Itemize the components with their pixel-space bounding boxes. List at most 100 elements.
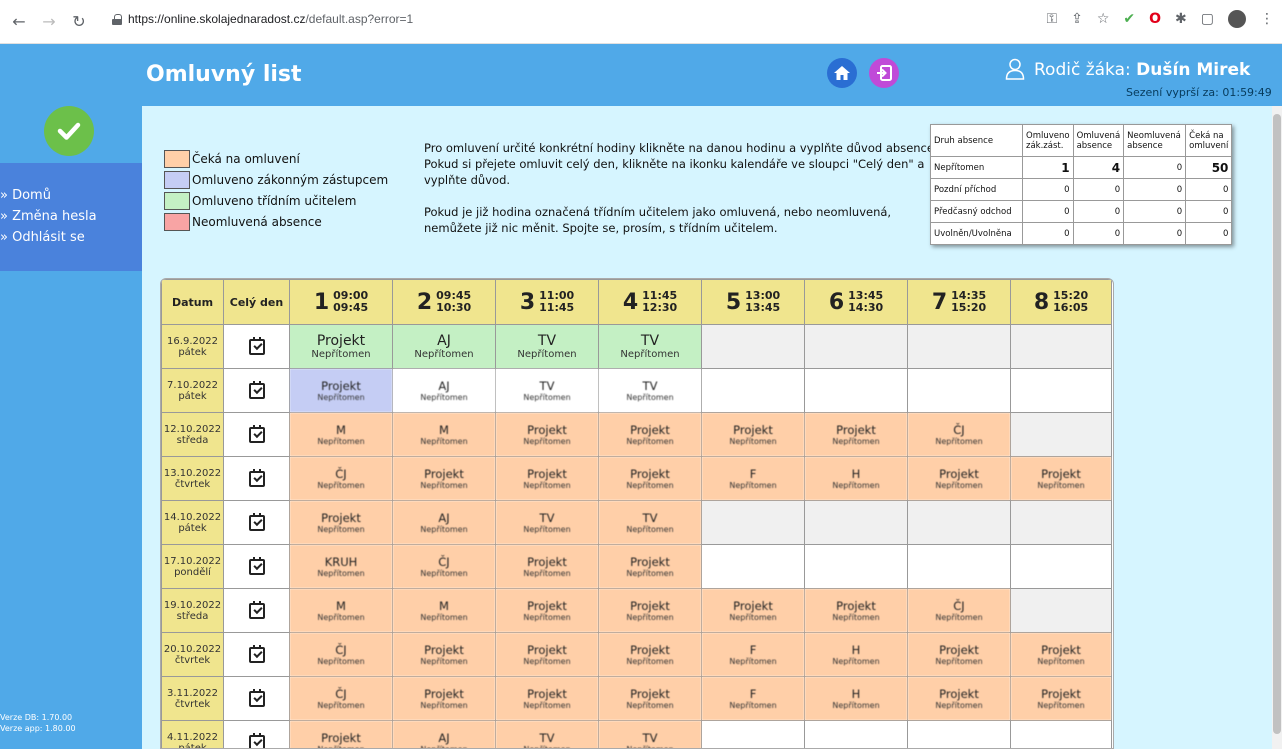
lesson-cell[interactable]: Projekt Nepřítomen: [495, 676, 599, 721]
lesson-cell[interactable]: Projekt Nepřítomen: [598, 588, 702, 633]
lesson-cell[interactable]: TV Nepřítomen: [598, 500, 702, 545]
lesson-cell[interactable]: TV Nepřítomen: [495, 720, 599, 748]
lesson-status: Nepřítomen: [729, 436, 777, 446]
lesson-cell[interactable]: [804, 720, 908, 748]
lesson-cell[interactable]: Projekt Nepřítomen: [701, 412, 805, 457]
lesson-cell[interactable]: Projekt Nepřítomen: [495, 632, 599, 677]
lesson-cell[interactable]: [804, 368, 908, 413]
calendar-check-icon[interactable]: [248, 600, 265, 619]
lesson-cell[interactable]: F Nepřítomen: [701, 632, 805, 677]
puzzle-icon[interactable]: ✱: [1175, 11, 1187, 27]
lesson-cell[interactable]: Projekt Nepřítomen: [701, 588, 805, 633]
lesson-cell[interactable]: [907, 720, 1011, 748]
lesson-cell[interactable]: TV Nepřítomen: [495, 368, 599, 413]
lesson-cell[interactable]: Projekt Nepřítomen: [289, 720, 393, 748]
calendar-check-icon[interactable]: [248, 380, 265, 399]
lesson-cell[interactable]: [907, 368, 1011, 413]
lesson-cell[interactable]: Projekt Nepřítomen: [1010, 456, 1112, 501]
lesson-cell[interactable]: H Nepřítomen: [804, 632, 908, 677]
share-icon[interactable]: ⇪: [1071, 11, 1083, 27]
lesson-cell[interactable]: Projekt Nepřítomen: [804, 588, 908, 633]
logout-button[interactable]: [869, 58, 899, 88]
lesson-cell[interactable]: [907, 544, 1011, 589]
lesson-cell[interactable]: AJ Nepřítomen: [392, 368, 496, 413]
lesson-cell[interactable]: Projekt Nepřítomen: [289, 500, 393, 545]
lesson-cell[interactable]: Projekt Nepřítomen: [392, 456, 496, 501]
lesson-cell[interactable]: Projekt Nepřítomen: [598, 676, 702, 721]
calendar-check-icon[interactable]: [248, 556, 265, 575]
lesson-cell[interactable]: M Nepřítomen: [392, 588, 496, 633]
lesson-cell[interactable]: [1010, 720, 1112, 748]
lesson-cell[interactable]: [1010, 544, 1112, 589]
calendar-check-icon[interactable]: [248, 688, 265, 707]
lesson-cell[interactable]: [1010, 368, 1112, 413]
lesson-cell[interactable]: Projekt Nepřítomen: [392, 632, 496, 677]
lesson-cell[interactable]: Projekt Nepřítomen: [598, 544, 702, 589]
lesson-cell[interactable]: M Nepřítomen: [289, 588, 393, 633]
lesson-cell[interactable]: M Nepřítomen: [392, 412, 496, 457]
calendar-check-icon[interactable]: [248, 468, 265, 487]
lesson-cell[interactable]: ČJ Nepřítomen: [907, 588, 1011, 633]
lesson-cell[interactable]: Projekt Nepřítomen: [804, 412, 908, 457]
lesson-cell[interactable]: ČJ Nepřítomen: [289, 632, 393, 677]
lesson-cell[interactable]: [701, 368, 805, 413]
address-bar[interactable]: https://online.skolajednaradost.cz/defau…: [112, 12, 413, 26]
lesson-cell[interactable]: [701, 720, 805, 748]
lesson-cell[interactable]: Projekt Nepřítomen: [1010, 676, 1112, 721]
lesson-cell[interactable]: Projekt Nepřítomen: [495, 588, 599, 633]
menu-change-password[interactable]: » Změna hesla: [0, 206, 142, 227]
lesson-cell[interactable]: Projekt Nepřítomen: [289, 368, 393, 413]
calendar-check-icon[interactable]: [248, 644, 265, 663]
scrollbar-thumb[interactable]: [1273, 114, 1281, 734]
key-icon[interactable]: ⚿: [1046, 11, 1057, 27]
lesson-cell[interactable]: KRUH Nepřítomen: [289, 544, 393, 589]
lesson-cell[interactable]: Projekt Nepřítomen: [392, 676, 496, 721]
menu-dots-icon[interactable]: ⋮: [1260, 11, 1274, 27]
lesson-cell[interactable]: H Nepřítomen: [804, 676, 908, 721]
lesson-cell[interactable]: Projekt Nepřítomen: [495, 456, 599, 501]
menu-home[interactable]: » Domů: [0, 185, 142, 206]
lesson-cell[interactable]: H Nepřítomen: [804, 456, 908, 501]
logo-check-icon[interactable]: [44, 106, 94, 156]
lesson-cell[interactable]: Projekt Nepřítomen: [907, 456, 1011, 501]
lesson-cell[interactable]: AJ Nepřítomen: [392, 720, 496, 748]
lesson-cell[interactable]: AJ Nepřítomen: [392, 500, 496, 545]
lesson-status: Nepřítomen: [626, 700, 674, 710]
forward-icon[interactable]: →: [38, 11, 60, 33]
lesson-cell[interactable]: ČJ Nepřítomen: [289, 676, 393, 721]
lesson-cell[interactable]: TV Nepřítomen: [598, 368, 702, 413]
reload-icon[interactable]: ↻: [68, 11, 90, 33]
back-icon[interactable]: ←: [8, 11, 30, 33]
star-icon[interactable]: ☆: [1097, 11, 1110, 27]
calendar-check-icon[interactable]: [248, 424, 265, 443]
lesson-cell[interactable]: [701, 544, 805, 589]
lesson-cell[interactable]: TV Nepřítomen: [598, 720, 702, 748]
lesson-cell[interactable]: M Nepřítomen: [289, 412, 393, 457]
lesson-cell[interactable]: TV Nepřítomen: [495, 500, 599, 545]
opera-icon[interactable]: O: [1149, 11, 1161, 27]
menu-logout[interactable]: » Odhlásit se: [0, 227, 142, 248]
page-scrollbar[interactable]: [1272, 106, 1282, 749]
lesson-cell[interactable]: Projekt Nepřítomen: [495, 544, 599, 589]
lesson-cell[interactable]: ČJ Nepřítomen: [392, 544, 496, 589]
lesson-cell[interactable]: Projekt Nepřítomen: [907, 632, 1011, 677]
lesson-cell[interactable]: [804, 544, 908, 589]
extension-check-icon[interactable]: ✔: [1123, 11, 1135, 27]
lesson-cell[interactable]: Projekt Nepřítomen: [598, 412, 702, 457]
lesson-cell[interactable]: Projekt Nepřítomen: [495, 412, 599, 457]
lesson-cell[interactable]: Projekt Nepřítomen: [1010, 632, 1112, 677]
lesson-cell[interactable]: Projekt Nepřítomen: [907, 676, 1011, 721]
lesson-cell[interactable]: F Nepřítomen: [701, 676, 805, 721]
lesson-cell[interactable]: Projekt Nepřítomen: [598, 456, 702, 501]
lesson-cell[interactable]: ČJ Nepřítomen: [907, 412, 1011, 457]
lesson-cell[interactable]: ČJ Nepřítomen: [289, 456, 393, 501]
sidepanel-icon[interactable]: ▢: [1201, 11, 1214, 27]
calendar-check-icon[interactable]: [248, 336, 265, 355]
profile-avatar-icon[interactable]: [1228, 10, 1246, 28]
calendar-check-icon[interactable]: [248, 732, 265, 748]
lesson-cell[interactable]: F Nepřítomen: [701, 456, 805, 501]
calendar-check-icon[interactable]: [248, 512, 265, 531]
lesson-cell[interactable]: Projekt Nepřítomen: [598, 632, 702, 677]
home-button[interactable]: [827, 58, 857, 88]
summary-value: 0: [1123, 222, 1187, 245]
